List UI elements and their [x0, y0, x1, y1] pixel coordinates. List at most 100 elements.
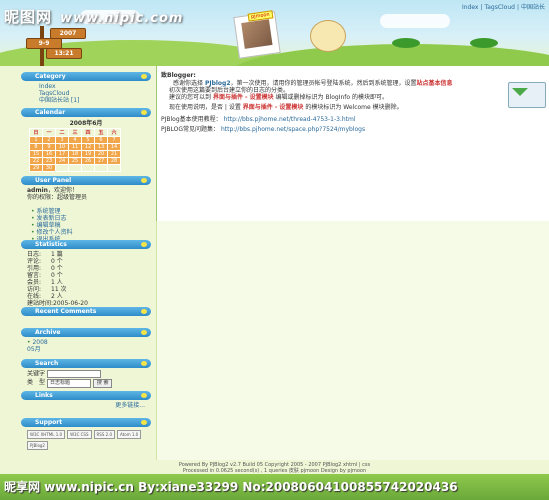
calendar-day[interactable]: 3 [55, 136, 69, 144]
search-input[interactable] [46, 370, 101, 378]
calendar-day[interactable]: 14 [107, 143, 121, 151]
cloud [380, 14, 450, 28]
calendar-day[interactable]: 16 [42, 150, 56, 158]
topnav-index[interactable]: Index [460, 4, 481, 11]
content-title: 致Blogger: [161, 72, 196, 79]
text: 初次使用这篇要到后台建立你的日志的分类。 [169, 87, 290, 94]
topnav-zhongguo[interactable]: 中国站长 [519, 4, 547, 11]
calendar-day[interactable]: 8 [29, 143, 43, 151]
calendar-day[interactable]: 28 [107, 157, 121, 165]
link-new-post[interactable]: 发表新日志 [36, 215, 66, 222]
text: 编辑或删掉标识为 BlogInfo 的模块即可。 [275, 94, 388, 101]
calendar-dayname: 五 [94, 128, 108, 137]
stat-label: 留言: [27, 272, 42, 279]
stat-label: 建站时间: [27, 300, 54, 307]
tutorial-link[interactable]: http://bbs.pjhome.net/thread-4753-1-3.ht… [224, 116, 356, 123]
more-links[interactable]: 更多链接... [115, 402, 145, 409]
calendar-month: 2008年6月 [69, 120, 103, 127]
calendar-day[interactable]: 25 [68, 157, 82, 165]
stat-label: 引用: [27, 265, 42, 272]
calendar-day [55, 164, 69, 172]
stat-value: 0 个 [51, 258, 63, 265]
calendar-day[interactable]: 20 [94, 150, 108, 158]
link-system-admin[interactable]: 系统管理 [36, 208, 60, 215]
link-modules-2[interactable]: 界面与插件 - 设置模块 [243, 104, 304, 111]
calendar-day[interactable]: 12 [81, 143, 95, 151]
archive-year[interactable]: 2008 [32, 339, 47, 346]
calendar-day[interactable]: 1 [29, 136, 43, 144]
calendar-day [107, 164, 121, 172]
calendar-day[interactable]: 22 [29, 157, 43, 165]
archive-month[interactable]: 05月 [27, 346, 145, 353]
category-index[interactable]: Index [39, 83, 145, 90]
watermark-text: 昵享网 www.nipic.cn By:xiane33299 No:200806… [4, 480, 458, 494]
calendar-day[interactable]: 18 [68, 150, 82, 158]
calendar-dayname: 日 [29, 128, 43, 137]
main-content: 致Blogger: 感谢你选择 PJblog2，第一次使用，请用你的管理员帐号登… [156, 66, 549, 221]
support-badge[interactable]: RSS 2.0 [93, 430, 116, 439]
panel-header: Search [21, 359, 151, 368]
text: 感谢你选择 [173, 80, 204, 87]
link-edit-profile[interactable]: 修改个人资料 [36, 229, 72, 236]
panel-dot-icon [141, 361, 147, 366]
calendar-day[interactable]: 13 [94, 143, 108, 151]
content-body: 感谢你选择 PJblog2，第一次使用，请用你的管理员帐号登陆系统，然后到系统管… [161, 80, 501, 133]
text: 现在使用说明，是否 | 设置 [169, 104, 241, 111]
panel-dot-icon [141, 74, 147, 79]
calendar-day[interactable]: 7 [107, 136, 121, 144]
calendar-day[interactable]: 11 [68, 143, 82, 151]
greeting-text: ，欢迎你！ [47, 187, 78, 194]
topnav-tagscloud[interactable]: TagsCloud [483, 4, 517, 11]
calendar-day[interactable]: 4 [68, 136, 82, 144]
calendar-day[interactable]: 21 [107, 150, 121, 158]
recent-comments-panel: Recent Comments [21, 307, 151, 316]
calendar-dayname: 一 [42, 128, 56, 137]
panel-header: Archive [21, 328, 151, 337]
support-badge[interactable]: Atom 1.0 [117, 430, 142, 439]
calendar-day[interactable]: 6 [94, 136, 108, 144]
search-type-label: 类 型 [27, 379, 46, 386]
calendar-day[interactable]: 24 [55, 157, 69, 165]
support-badge[interactable]: PJBlog2 [27, 441, 48, 450]
stat-value: 1 人 [51, 279, 63, 286]
faq-link[interactable]: http://bbs.pjhome.net/space.php?7524/myb… [221, 126, 365, 133]
category-tagscloud[interactable]: TagsCloud [39, 90, 145, 97]
category-panel: Category Index TagsCloud 中国站长站 [1] [21, 72, 151, 108]
category-zhongguo[interactable]: 中国站长站 [1] [39, 97, 145, 104]
text: ，第一次使用，请用你的管理员帐号登陆系统，然后到系统管理，设置 [230, 80, 417, 87]
calendar-day[interactable]: 27 [94, 157, 108, 165]
stat-value: 2 人 [51, 293, 63, 300]
calendar-day[interactable]: 23 [42, 157, 56, 165]
search-button[interactable]: 搜 索 [92, 379, 113, 388]
calendar-day[interactable]: 15 [29, 150, 43, 158]
statistics-panel: Statistics 日志: 1 篇 评论: 0 个 引用: 0 个 留言: 0 个 会… [21, 240, 151, 311]
calendar-day[interactable]: 26 [81, 157, 95, 165]
text: PJBlog基本使用教程： [161, 116, 222, 123]
calendar-day[interactable]: 9 [42, 143, 56, 151]
calendar-day[interactable]: 30 [42, 164, 56, 172]
calendar-day[interactable]: 19 [81, 150, 95, 158]
support-panel: Support W3C XHTML 1.0 W3C CSS RSS 2.0 Atom … [21, 418, 151, 455]
text: 的模块标识为 Welcome 模块删除。 [305, 104, 403, 111]
username: admin [27, 187, 48, 194]
brand: PJblog2 [204, 80, 231, 87]
link-site-info[interactable]: 站点基本信息 [417, 80, 453, 87]
search-panel: Search 关键字 类 型 日志标题 搜 索 [21, 359, 151, 392]
calendar-day [81, 164, 95, 172]
panel-header: Links [21, 391, 151, 400]
calendar-day[interactable]: 2 [42, 136, 56, 144]
user-role: 你的权限：超级管理员 [27, 194, 88, 201]
panel-dot-icon [141, 110, 147, 115]
link-modules[interactable]: 界面与插件 - 设置模块 [213, 94, 274, 101]
search-type-select[interactable]: 日志标题 [46, 379, 91, 388]
support-badge[interactable]: W3C CSS [67, 430, 92, 439]
calendar-dayname: 三 [68, 128, 82, 137]
content-filler [156, 221, 549, 460]
calendar-day[interactable]: 29 [29, 164, 43, 172]
support-badge[interactable]: W3C XHTML 1.0 [27, 430, 66, 439]
calendar-day[interactable]: 10 [55, 143, 69, 151]
text: 建议的您可以到 [169, 94, 212, 101]
calendar-day[interactable]: 5 [81, 136, 95, 144]
calendar-day[interactable]: 17 [55, 150, 69, 158]
link-edit-drafts[interactable]: 编辑草稿 [36, 222, 60, 229]
